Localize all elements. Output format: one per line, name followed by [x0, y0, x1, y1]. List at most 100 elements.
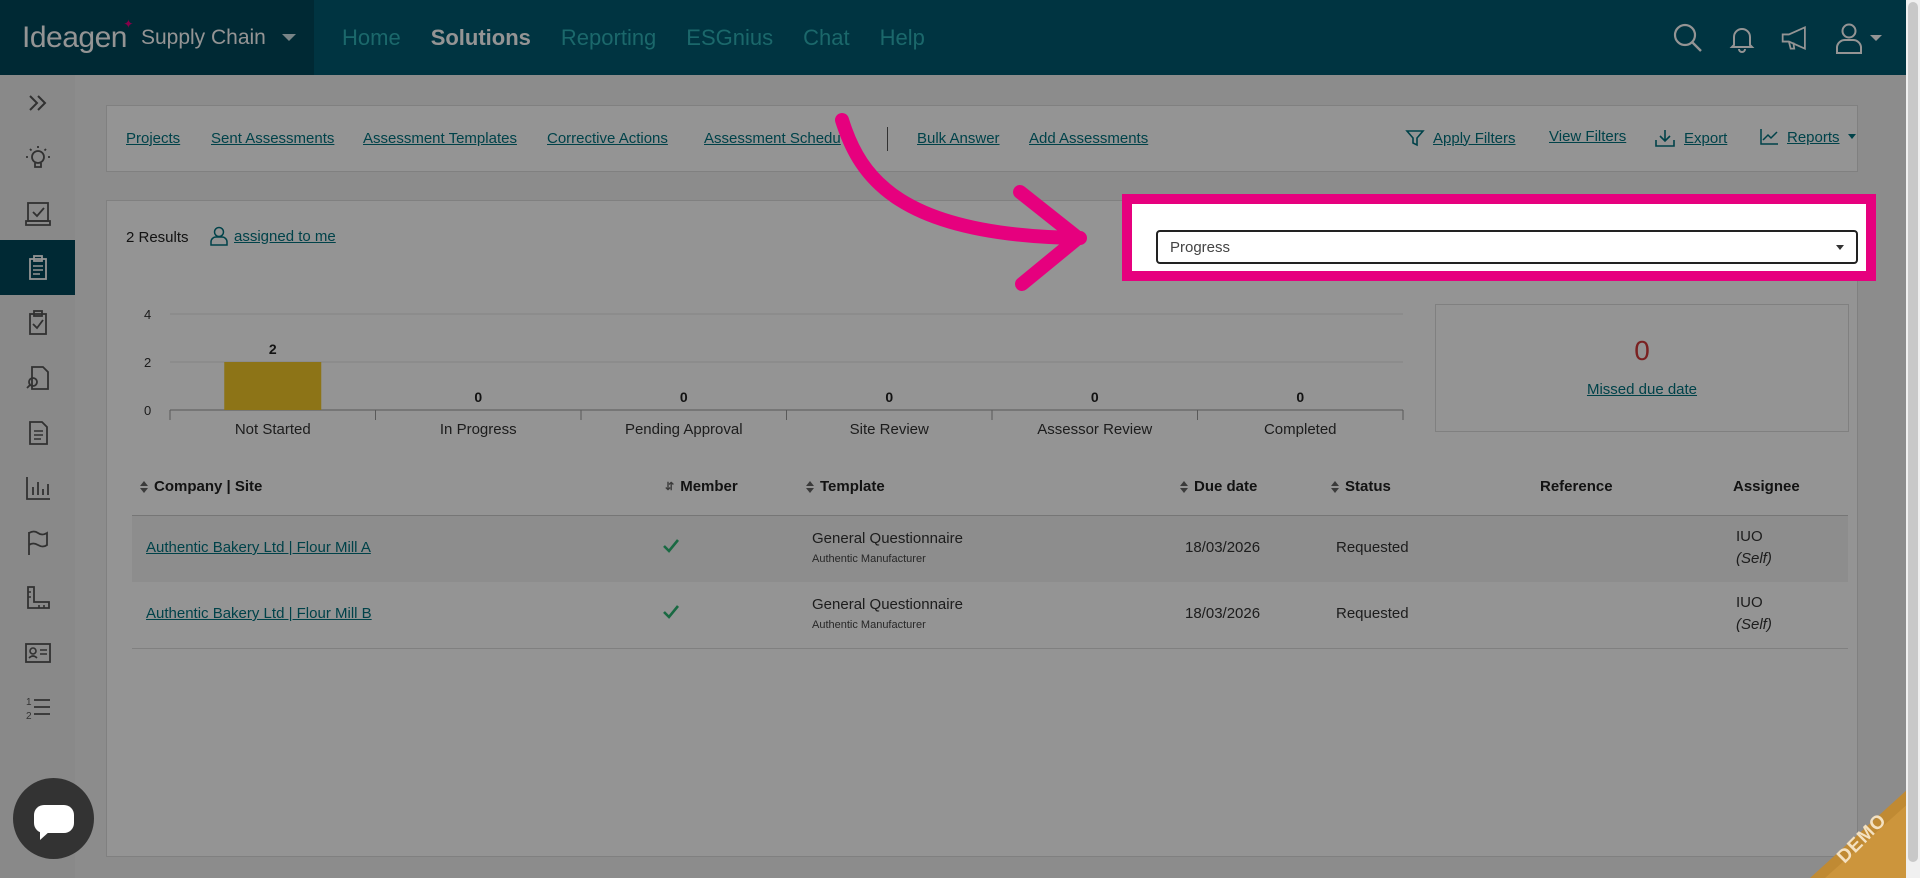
- lightbulb-icon: [25, 145, 50, 168]
- export-label: Export: [1684, 129, 1728, 147]
- bar-not-started: [224, 362, 322, 410]
- nav-chat[interactable]: Chat: [803, 25, 849, 51]
- x-tick-label: Not Started: [235, 421, 311, 438]
- bar-chart-icon: [25, 476, 50, 500]
- y-tick-label: 2: [144, 355, 151, 370]
- view-filters-label: View Filters: [1549, 128, 1627, 145]
- column-label: Template: [820, 478, 885, 495]
- flag-icon: [27, 530, 48, 555]
- sidebar-item-contacts[interactable]: [0, 625, 75, 680]
- chat-launcher-button[interactable]: [13, 778, 94, 859]
- checkmark-icon: [663, 539, 680, 553]
- ideagen-logo: Ideagen ✦: [22, 16, 133, 54]
- column-label: Company | Site: [154, 478, 263, 495]
- bell-icon[interactable]: [1726, 22, 1758, 54]
- ruler-icon: [26, 585, 50, 609]
- link-assessment-templates[interactable]: Assessment Templates: [363, 130, 517, 147]
- link-projects[interactable]: Projects: [126, 130, 180, 147]
- sidebar-item-assessments[interactable]: [0, 240, 75, 295]
- user-icon: [210, 226, 228, 246]
- link-sent-assessments[interactable]: Sent Assessments: [211, 130, 334, 147]
- sidebar-item-measure[interactable]: [0, 570, 75, 625]
- sidebar-item-documents[interactable]: [0, 405, 75, 460]
- x-tick-label: Assessor Review: [1037, 421, 1152, 438]
- sort-icon: [1180, 480, 1188, 493]
- sort-icon: [140, 480, 148, 493]
- column-due-date[interactable]: Due date: [1180, 478, 1257, 495]
- view-select-dropdown[interactable]: Progress: [1156, 230, 1858, 264]
- column-template[interactable]: Template: [806, 478, 885, 495]
- product-name: Supply Chain: [140, 25, 266, 49]
- column-company-site[interactable]: Company | Site: [140, 478, 262, 495]
- company-site-link[interactable]: Authentic Bakery Ltd | Flour Mill A: [146, 539, 371, 556]
- sidebar-item-document-search[interactable]: [0, 350, 75, 405]
- apply-filters-label: Apply Filters: [1433, 129, 1516, 147]
- status: Requested: [1336, 605, 1409, 622]
- user-menu-icon[interactable]: [1834, 22, 1886, 54]
- sidebar-item-reports[interactable]: [0, 460, 75, 515]
- nav-help[interactable]: Help: [880, 25, 925, 51]
- page-scrollbar[interactable]: [1906, 0, 1920, 878]
- scrollbar-thumb[interactable]: [1908, 2, 1918, 862]
- template-owner: Authentic Manufacturer: [812, 553, 926, 565]
- column-reference[interactable]: Reference: [1540, 478, 1613, 495]
- data-label: 0: [474, 389, 482, 405]
- numbered-list-icon: 12: [26, 697, 50, 722]
- table-row[interactable]: Authentic Bakery Ltd | Flour Mill B Gene…: [132, 582, 1848, 649]
- export-button[interactable]: Export: [1654, 128, 1727, 148]
- megaphone-icon[interactable]: [1780, 22, 1812, 54]
- company-site-link[interactable]: Authentic Bakery Ltd | Flour Mill B: [146, 605, 372, 622]
- sidebar-item-insights[interactable]: [0, 130, 75, 185]
- template-owner: Authentic Manufacturer: [812, 619, 926, 631]
- nav-esgnius[interactable]: ESGnius: [686, 25, 773, 51]
- caret-down-icon: [1836, 245, 1844, 250]
- sidebar-item-tasks[interactable]: [0, 295, 75, 350]
- download-icon: [1655, 130, 1675, 147]
- view-filters-link[interactable]: View Filters: [1549, 128, 1626, 145]
- sidebar-item-inbox[interactable]: [0, 185, 75, 240]
- assigned-to-me-filter[interactable]: assigned to me: [210, 226, 336, 246]
- column-label: Member: [680, 478, 738, 495]
- x-tick-label: Pending Approval: [625, 421, 743, 438]
- column-label: Assignee: [1733, 478, 1800, 495]
- clipboard-check-icon: [28, 309, 47, 335]
- highlight-inner: Progress: [1132, 204, 1866, 271]
- y-tick-label: 4: [144, 307, 151, 322]
- apply-filters-button[interactable]: Apply Filters: [1405, 128, 1516, 148]
- sidebar-item-lists[interactable]: 12: [0, 680, 75, 735]
- template-name: General Questionnaire: [812, 530, 963, 547]
- inbox-check-icon: [24, 201, 51, 226]
- column-status[interactable]: Status: [1331, 478, 1391, 495]
- brand-switcher[interactable]: Ideagen ✦ Supply Chain: [0, 0, 314, 75]
- sort-icon: [806, 480, 814, 493]
- reports-label: Reports: [1787, 128, 1840, 146]
- data-label: 2: [269, 341, 277, 357]
- x-tick-label: In Progress: [440, 421, 517, 438]
- assignee: IUO: [1736, 594, 1763, 611]
- clipboard-icon: [28, 254, 47, 280]
- reports-dropdown[interactable]: Reports: [1759, 128, 1856, 146]
- sort-icon: ⇵: [665, 481, 675, 493]
- caret-down-icon: [1847, 134, 1856, 139]
- search-icon[interactable]: [1672, 22, 1704, 54]
- link-corrective-actions[interactable]: Corrective Actions: [547, 130, 668, 147]
- missed-due-date-card: 0 Missed due date: [1435, 304, 1849, 432]
- line-chart-icon: [1760, 129, 1778, 145]
- expand-sidebar-icon[interactable]: [0, 75, 75, 130]
- table-row[interactable]: Authentic Bakery Ltd | Flour Mill A Gene…: [132, 516, 1848, 583]
- nav-reporting[interactable]: Reporting: [561, 25, 656, 51]
- column-member[interactable]: ⇵ Member: [665, 478, 738, 495]
- column-assignee[interactable]: Assignee: [1733, 478, 1800, 495]
- sidebar-item-flags[interactable]: [0, 515, 75, 570]
- document-icon: [28, 420, 48, 445]
- header-actions: [1672, 0, 1886, 75]
- sort-icon: [1331, 480, 1339, 493]
- chevron-down-icon: [281, 34, 296, 41]
- template-name: General Questionnaire: [812, 596, 963, 613]
- progress-bar-chart: 0 2 4 2 Not Started 0 In Progress 0 Pending Appr…: [144, 307, 1404, 438]
- x-tick-label: Completed: [1264, 421, 1337, 438]
- missed-due-date-link[interactable]: Missed due date: [1436, 381, 1848, 398]
- nav-home[interactable]: Home: [342, 25, 401, 51]
- nav-solutions[interactable]: Solutions: [431, 25, 531, 51]
- assignee-self: (Self): [1736, 550, 1772, 567]
